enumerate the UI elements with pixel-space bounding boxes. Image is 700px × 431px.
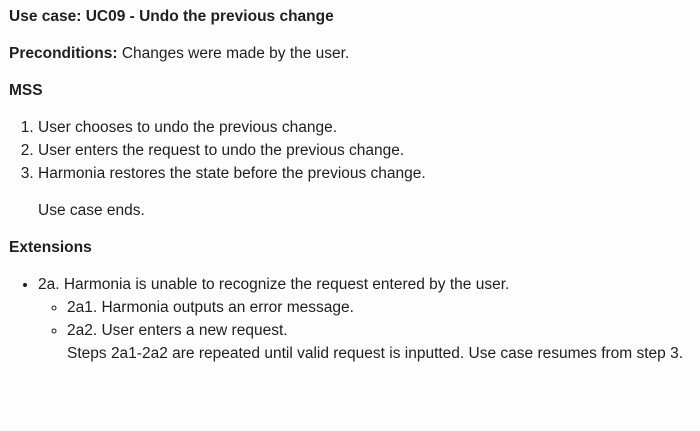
mss-step: User chooses to undo the previous change…: [38, 116, 691, 139]
preconditions-text: Changes were made by the user.: [117, 45, 350, 62]
use-case-document: Use case: UC09 - Undo the previous chang…: [0, 0, 700, 365]
extension-sub-step-text: 2a2. User enters a new request.: [67, 322, 288, 339]
extension-sub-step: 2a2. User enters a new request. Steps 2a…: [67, 319, 691, 365]
preconditions-label: Preconditions:: [9, 45, 118, 62]
extension-sub-list: 2a1. Harmonia outputs an error message. …: [38, 296, 691, 365]
mss-step: Harmonia restores the state before the p…: [38, 162, 691, 185]
mss-step: User enters the request to undo the prev…: [38, 139, 691, 162]
mss-step-list: User chooses to undo the previous change…: [9, 116, 691, 185]
mss-end-text: Use case ends.: [38, 202, 145, 219]
extensions-list: 2a. Harmonia is unable to recognize the …: [9, 273, 691, 365]
extension-note: Steps 2a1-2a2 are repeated until valid r…: [67, 345, 684, 362]
mss-heading: MSS: [9, 82, 43, 99]
extension-item: 2a. Harmonia is unable to recognize the …: [38, 273, 691, 365]
extension-item-text: 2a. Harmonia is unable to recognize the …: [38, 276, 510, 293]
use-case-title: Use case: UC09 - Undo the previous chang…: [9, 8, 334, 25]
extensions-heading: Extensions: [9, 239, 92, 256]
preconditions: Preconditions: Changes were made by the …: [9, 42, 691, 65]
extension-sub-step: 2a1. Harmonia outputs an error message.: [67, 296, 691, 319]
